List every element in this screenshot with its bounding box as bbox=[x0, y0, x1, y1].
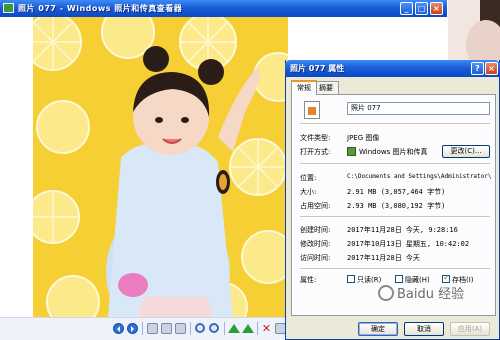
toolbar-separator bbox=[257, 322, 258, 335]
read-only-checkbox[interactable]: 只读(R) bbox=[347, 275, 381, 285]
help-button[interactable]: ? bbox=[471, 62, 484, 75]
open-with-value: Windows 图片和传真 bbox=[359, 148, 428, 156]
accessed-value: 2017年11月28日 今天 bbox=[347, 254, 420, 262]
size-on-disk-value: 2.93 MB (3,080,192 字节) bbox=[347, 202, 446, 210]
actual-size-icon[interactable] bbox=[161, 323, 172, 334]
size-on-disk-label: 占用空间: bbox=[300, 202, 331, 210]
paw-icon bbox=[378, 285, 394, 301]
modified-value: 2017年10月13日 星期五, 10:42:02 bbox=[347, 240, 470, 248]
change-program-button[interactable]: 更改(C)... bbox=[442, 145, 490, 158]
hidden-checkbox-box[interactable] bbox=[395, 275, 403, 283]
dialog-title: 照片 077 属性 bbox=[290, 64, 345, 73]
photo-viewer-app-icon bbox=[3, 3, 14, 13]
attributes-label: 属性: bbox=[300, 276, 317, 284]
size-value: 2.91 MB (3,057,464 字节) bbox=[347, 188, 446, 196]
dialog-titlebar[interactable]: 照片 077 属性 ? × bbox=[285, 60, 500, 77]
archive-checkbox-box[interactable] bbox=[442, 273, 450, 283]
created-value: 2017年11月28日 今天, 9:28:16 bbox=[347, 226, 458, 234]
size-label: 大小: bbox=[300, 188, 317, 196]
ok-button[interactable]: 确定 bbox=[358, 322, 398, 336]
maximize-button[interactable]: □ bbox=[415, 2, 428, 15]
dialog-close-button[interactable]: × bbox=[485, 62, 498, 75]
zoom-out-icon[interactable] bbox=[209, 323, 219, 333]
modified-label: 修改时间: bbox=[300, 240, 331, 248]
photo-viewer-program-icon bbox=[347, 147, 356, 156]
accessed-label: 访问时间: bbox=[300, 254, 331, 262]
file-name-field[interactable]: 照片 077 bbox=[347, 102, 490, 115]
file-type-label: 文件类型: bbox=[300, 134, 331, 142]
jpeg-file-icon bbox=[304, 101, 320, 119]
viewer-title: 照片 077 - Windows 照片和传真查看器 bbox=[18, 4, 183, 13]
divider bbox=[300, 268, 490, 270]
watermark: Baidu 经验 bbox=[378, 283, 498, 313]
apply-button[interactable]: 应用(A) bbox=[450, 322, 490, 336]
toolbar-separator bbox=[224, 322, 225, 335]
divider bbox=[300, 123, 490, 125]
previous-image-icon[interactable] bbox=[113, 323, 124, 334]
divider bbox=[300, 216, 490, 218]
photo-image bbox=[33, 17, 288, 317]
displayed-photo bbox=[33, 17, 288, 317]
close-button[interactable]: × bbox=[430, 2, 443, 15]
watermark-text: Baidu 经验 bbox=[397, 287, 465, 302]
delete-icon[interactable]: ✕ bbox=[261, 323, 272, 334]
divider bbox=[300, 163, 490, 165]
cancel-button[interactable]: 取消 bbox=[404, 322, 444, 336]
next-image-icon[interactable] bbox=[127, 323, 138, 334]
viewer-titlebar[interactable]: 照片 077 - Windows 照片和传真查看器 _ □ × bbox=[0, 0, 447, 17]
file-type-value: JPEG 图像 bbox=[347, 134, 380, 142]
rotate-clockwise-icon[interactable] bbox=[228, 324, 240, 333]
best-fit-icon[interactable] bbox=[147, 323, 158, 334]
toolbar-separator bbox=[142, 322, 143, 335]
location-label: 位置: bbox=[300, 174, 317, 182]
minimize-button[interactable]: _ bbox=[400, 2, 413, 15]
rotate-counterclockwise-icon[interactable] bbox=[242, 324, 254, 333]
toolbar-separator bbox=[190, 322, 191, 335]
open-with-label: 打开方式: bbox=[300, 148, 331, 156]
read-only-checkbox-box[interactable] bbox=[347, 275, 355, 283]
slideshow-icon[interactable] bbox=[175, 323, 186, 334]
zoom-in-icon[interactable] bbox=[195, 323, 205, 333]
created-label: 创建时间: bbox=[300, 226, 331, 234]
tab-general[interactable]: 常规 bbox=[291, 80, 317, 95]
location-value: C:\Documents and Settings\Administrator\ bbox=[347, 173, 492, 180]
